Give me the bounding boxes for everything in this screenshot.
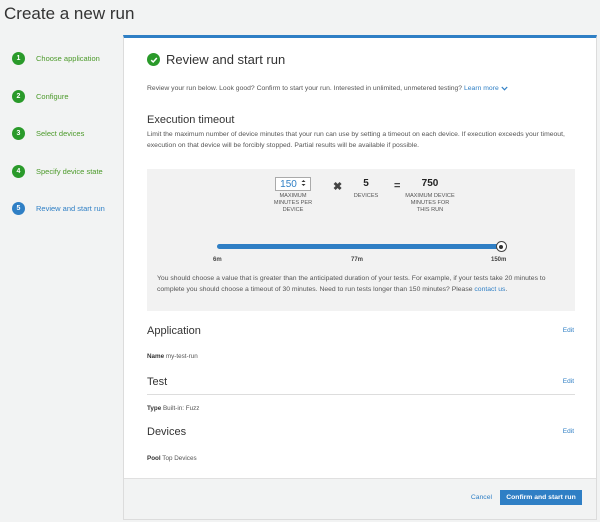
minutes-label: Maximum minutes per device	[273, 193, 313, 213]
kv-value: my-test-run	[165, 353, 198, 360]
step-number: 2	[12, 89, 25, 103]
panel-footer: Cancel Confirm and start run	[124, 478, 596, 519]
step-number: 3	[12, 127, 25, 141]
step-label: Review and start run	[36, 204, 105, 214]
contact-us-link[interactable]: contact us	[474, 286, 505, 293]
kv-value: Built-in: Fuzz	[162, 405, 200, 412]
spinner-arrows-icon[interactable]	[301, 179, 306, 189]
timeout-calculator: 150 Maximum minutes per device ✖ 5 Devic…	[147, 169, 575, 311]
panel-title: Review and start run	[166, 52, 286, 67]
total-column: 750 Maximum device minutes for this run	[404, 177, 456, 214]
step-label: Specify device state	[36, 166, 103, 176]
chevron-down-icon	[501, 86, 508, 91]
devices-value: 5	[363, 178, 369, 189]
kv-key: Type	[147, 405, 162, 412]
cancel-button[interactable]: Cancel	[471, 494, 492, 501]
devices-heading: Devices	[147, 426, 187, 438]
timeout-heading: Execution timeout	[147, 114, 235, 126]
kv-value: Top Devices	[162, 455, 197, 462]
slider-mid-label: 77m	[351, 257, 364, 263]
devices-pool-row: Pool Top Devices	[147, 455, 197, 462]
timeout-description: Limit the maximum number of device minut…	[147, 131, 565, 149]
step-choose-application[interactable]: 1 Choose application	[12, 40, 120, 78]
equals-sign: =	[394, 180, 401, 192]
confirm-and-start-run-button[interactable]: Confirm and start run	[500, 490, 582, 505]
minutes-column: 150 Maximum minutes per device	[270, 177, 316, 214]
total-minutes-value: 750	[421, 178, 439, 189]
edit-application-link[interactable]: Edit	[563, 327, 574, 334]
step-number: 4	[12, 164, 25, 178]
intro-sentence: Review your run below. Look good? Confir…	[147, 85, 463, 92]
review-panel: Review and start run Review your run bel…	[123, 35, 597, 520]
step-specify-device-state[interactable]: 4 Specify device state	[12, 153, 120, 191]
kv-key: Pool	[147, 455, 161, 462]
timeout-slider[interactable]	[217, 240, 507, 254]
step-number: 1	[12, 52, 25, 66]
step-configure[interactable]: 2 Configure	[12, 78, 120, 116]
test-heading: Test	[147, 376, 168, 388]
intro-text: Review your run below. Look good? Confir…	[147, 85, 508, 92]
slider-thumb[interactable]	[495, 241, 507, 252]
edit-devices-link[interactable]: Edit	[563, 428, 574, 435]
kv-key: Name	[147, 353, 165, 360]
learn-more-label: Learn more	[463, 85, 499, 92]
slider-fill	[217, 244, 501, 249]
check-circle-icon	[147, 53, 160, 66]
page-title: Create a new run	[4, 4, 135, 23]
step-number: 5	[12, 202, 25, 216]
note-period: .	[505, 285, 508, 293]
slider-max-label: 150m	[491, 257, 507, 263]
total-minutes-label: Maximum device minutes for this run	[405, 193, 455, 213]
step-select-devices[interactable]: 3 Select devices	[12, 115, 120, 153]
multiply-icon: ✖	[333, 181, 343, 193]
timeout-equation: 150 Maximum minutes per device ✖ 5 Devic…	[147, 173, 575, 223]
edit-test-link[interactable]: Edit	[563, 378, 574, 385]
step-label: Configure	[36, 91, 69, 101]
timeout-note: You should choose a value that is greate…	[157, 274, 562, 295]
panel-header: Review and start run	[147, 52, 285, 67]
section-divider	[147, 394, 575, 395]
minutes-value: 150	[280, 178, 297, 190]
application-heading: Application	[147, 325, 201, 337]
slider-min-label: 6m	[213, 257, 222, 263]
step-label: Select devices	[36, 129, 85, 139]
devices-label: Devices	[353, 193, 379, 199]
learn-more-link[interactable]: Learn more	[464, 85, 508, 92]
application-name-row: Name my-test-run	[147, 353, 198, 360]
step-review-and-start-run[interactable]: 5 Review and start run	[12, 190, 120, 228]
devices-column: 5 Devices	[351, 177, 381, 200]
step-label: Choose application	[36, 54, 100, 64]
wizard-steps: 1 Choose application 2 Configure 3 Selec…	[12, 40, 120, 228]
minutes-per-device-input[interactable]: 150	[275, 177, 311, 191]
test-type-row: Type Built-in: Fuzz	[147, 405, 199, 412]
